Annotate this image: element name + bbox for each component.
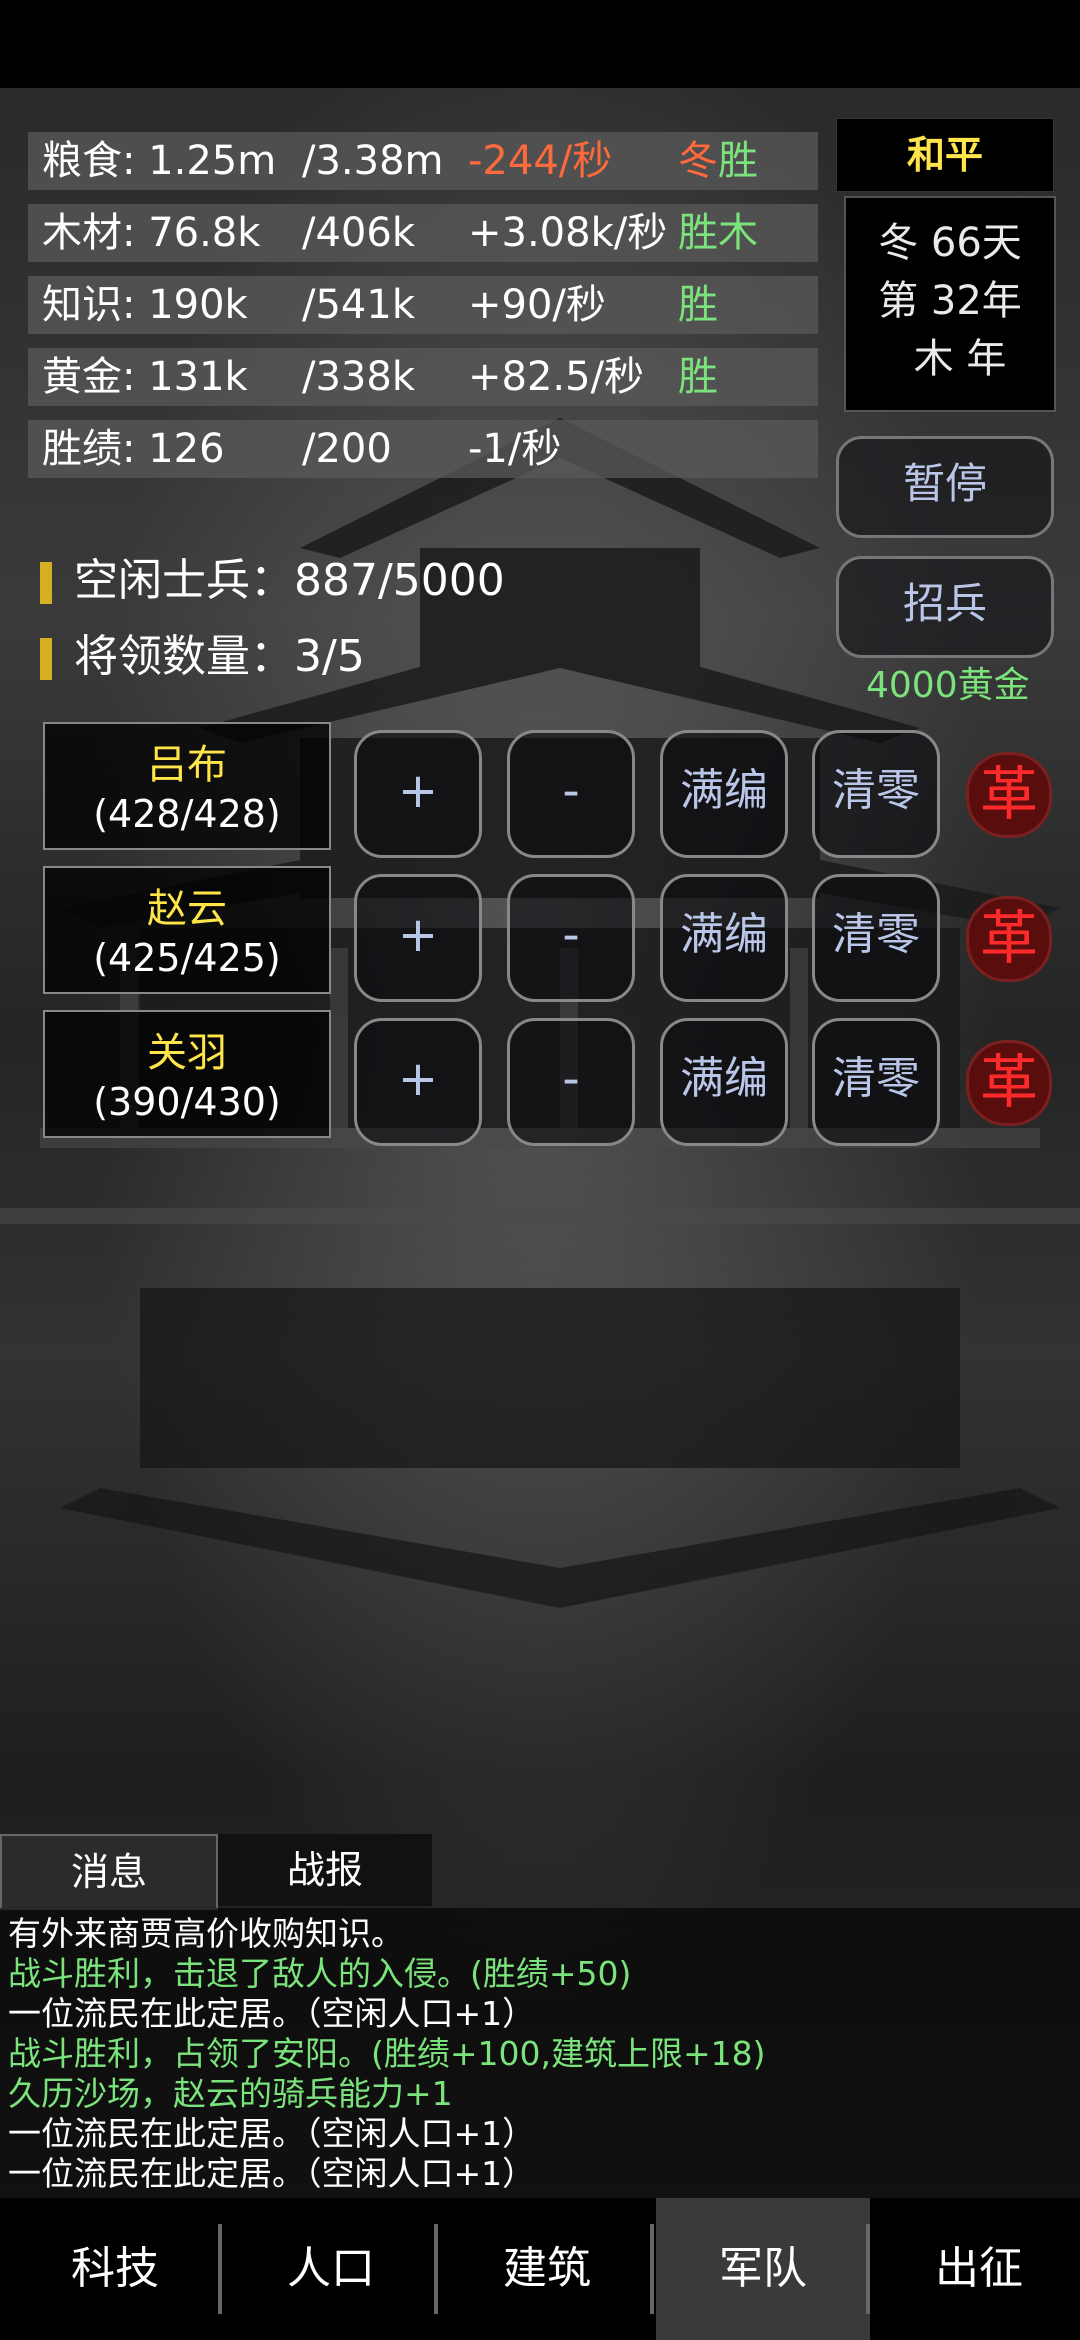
resource-tag: 胜 (678, 282, 718, 328)
nav-separator (866, 2224, 870, 2314)
general-card-lubu[interactable]: 吕布 (428/428) (43, 722, 331, 850)
remove-troops-button[interactable]: - (507, 1018, 635, 1146)
log-entry: 久历沙场，赵云的骑兵能力+1 (8, 2074, 453, 2113)
resource-name: 黄金: 131k (42, 354, 248, 400)
resource-rate: +82.5/秒 (468, 354, 645, 400)
resource-cap: /3.38m (302, 138, 444, 184)
resource-tag: 胜木 (678, 210, 758, 256)
fill-troops-button[interactable]: 满编 (660, 874, 788, 1002)
date-display: 冬 66天 第 32年 木 年 (844, 196, 1056, 412)
nav-tech[interactable]: 科技 (8, 2198, 222, 2340)
general-name: 赵云 (147, 886, 227, 932)
log-entry: 战斗胜利，占领了安阳。(胜绩+100,建筑上限+18) (8, 2034, 766, 2073)
add-troops-button[interactable]: + (354, 730, 482, 858)
clear-troops-button[interactable]: 清零 (812, 730, 940, 858)
resource-name: 粮食: 1.25m (42, 138, 277, 184)
resource-row-gold: 黄金: 131k /338k +82.5/秒 胜 (28, 348, 818, 406)
add-troops-button[interactable]: + (354, 874, 482, 1002)
resource-name: 木材: 76.8k (42, 210, 261, 256)
general-troops: (390/430) (93, 1080, 281, 1124)
general-name: 吕布 (147, 742, 227, 788)
nav-population[interactable]: 人口 (224, 2198, 438, 2340)
resource-rate: +90/秒 (468, 282, 606, 328)
recruit-cost: 4000黄金 (866, 665, 1030, 706)
dismiss-general-button[interactable]: 革 (966, 1040, 1052, 1126)
resource-rate: +3.08k/秒 (468, 210, 668, 256)
resource-tag: 胜 (678, 354, 718, 400)
stat-marker (40, 638, 52, 680)
fill-troops-button[interactable]: 满编 (660, 1018, 788, 1146)
log-entry: 一位流民在此定居。（空闲人口+1） (8, 2154, 536, 2193)
nav-building[interactable]: 建筑 (440, 2198, 654, 2340)
remove-troops-button[interactable]: - (507, 730, 635, 858)
recruit-button[interactable]: 招兵 (836, 556, 1054, 658)
resource-cap: /406k (302, 210, 415, 256)
add-troops-button[interactable]: + (354, 1018, 482, 1146)
nav-army[interactable]: 军队 (656, 2198, 870, 2340)
general-count-stat: 将领数量：3/5 (40, 620, 365, 684)
resource-row-food: 粮食: 1.25m /3.38m -244/秒 冬胜 (28, 132, 818, 190)
dismiss-general-button[interactable]: 革 (966, 896, 1052, 982)
resource-rate: -1/秒 (468, 426, 562, 472)
log-entry: 有外来商贾高价收购知识。 (8, 1914, 404, 1953)
date-season-day: 冬 66天 (878, 220, 1022, 266)
log-tabs: 消息 战报 (0, 1834, 1080, 1910)
tab-messages[interactable]: 消息 (0, 1834, 218, 1910)
fill-troops-button[interactable]: 满编 (660, 730, 788, 858)
resource-cap: /200 (302, 426, 392, 472)
nav-separator (434, 2224, 438, 2314)
general-count-label: 将领数量：3/5 (74, 631, 365, 682)
general-troops: (428/428) (93, 792, 281, 836)
nav-expedition[interactable]: 出征 (872, 2198, 1080, 2340)
resource-name: 胜绩: 126 (42, 426, 225, 472)
dismiss-general-button[interactable]: 革 (966, 752, 1052, 838)
stat-marker (40, 562, 52, 604)
resource-rate: -244/秒 (468, 138, 613, 184)
resource-tag: 冬胜 (678, 138, 758, 184)
clear-troops-button[interactable]: 清零 (812, 874, 940, 1002)
clear-troops-button[interactable]: 清零 (812, 1018, 940, 1146)
date-element-year: 木 年 (913, 336, 1007, 382)
bottom-nav: 科技 人口 建筑 军队 出征 (0, 2198, 1080, 2340)
nav-separator (650, 2224, 654, 2314)
general-name: 关羽 (147, 1030, 227, 1076)
resource-row-wood: 木材: 76.8k /406k +3.08k/秒 胜木 (28, 204, 818, 262)
message-log[interactable]: 有外来商贾高价收购知识。 战斗胜利，击退了敌人的入侵。(胜绩+50) 一位流民在… (0, 1908, 1080, 2198)
pause-button[interactable]: 暂停 (836, 436, 1054, 538)
nav-separator (218, 2224, 222, 2314)
general-card-zhaoyun[interactable]: 赵云 (425/425) (43, 866, 331, 994)
log-entry: 一位流民在此定居。（空闲人口+1） (8, 1994, 536, 2033)
remove-troops-button[interactable]: - (507, 874, 635, 1002)
resource-row-victory: 胜绩: 126 /200 -1/秒 (28, 420, 818, 478)
log-entry: 战斗胜利，击退了敌人的入侵。(胜绩+50) (8, 1954, 632, 1993)
resource-cap: /338k (302, 354, 415, 400)
idle-soldiers-stat: 空闲士兵：887/5000 (40, 544, 505, 608)
general-card-guanyu[interactable]: 关羽 (390/430) (43, 1010, 331, 1138)
idle-soldiers-label: 空闲士兵：887/5000 (74, 555, 505, 606)
log-entry: 一位流民在此定居。（空闲人口+1） (8, 2114, 536, 2153)
resource-name: 知识: 190k (42, 282, 248, 328)
tab-battle-report[interactable]: 战报 (218, 1834, 432, 1906)
date-year: 第 32年 (878, 278, 1022, 324)
resource-row-knowledge: 知识: 190k /541k +90/秒 胜 (28, 276, 818, 334)
resource-cap: /541k (302, 282, 415, 328)
peace-status: 和平 (836, 118, 1054, 192)
general-troops: (425/425) (93, 936, 281, 980)
